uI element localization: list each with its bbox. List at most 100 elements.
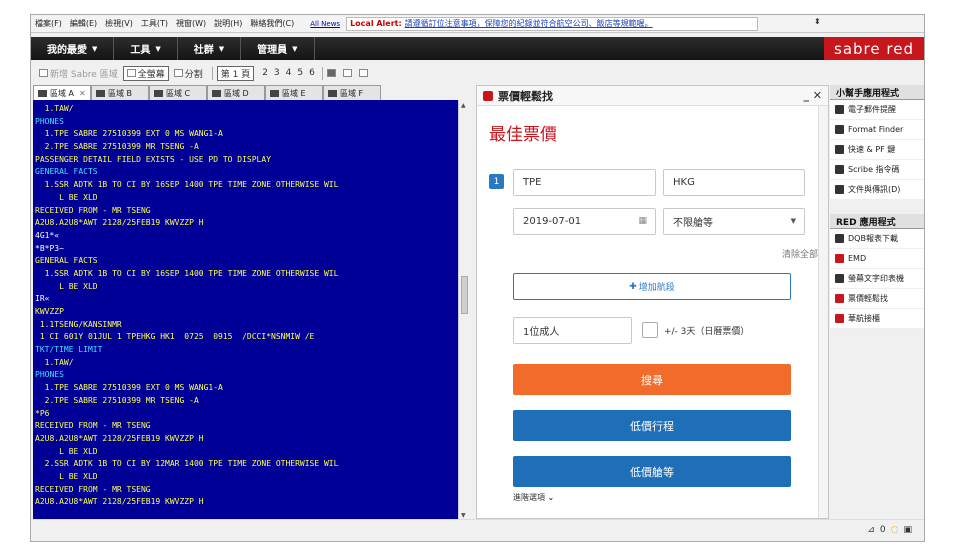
terminal-scrollbar[interactable]: ▲ ▼: [458, 100, 470, 521]
local-alert-banner[interactable]: Local Alert: 請遵循訂位注意事項，保障您的紀錄並符合航空公司、飯店等…: [346, 16, 759, 31]
origin-input[interactable]: TPE: [513, 169, 656, 196]
status-ring-icon[interactable]: ◌: [891, 525, 899, 535]
terminal-icon: [154, 89, 163, 97]
menu-help[interactable]: 說明(H): [210, 18, 246, 29]
terminal-line: *B*P3~: [35, 243, 64, 253]
terminal-line: 2.TPE SABRE 27510399 MR TSENG -A: [35, 395, 199, 405]
page-6-button[interactable]: 6: [309, 68, 315, 78]
page-5-button[interactable]: 5: [297, 68, 303, 78]
add-leg-button[interactable]: ✚ 增加航段: [513, 273, 791, 300]
tab-area-c[interactable]: 區域 C: [149, 85, 207, 100]
print-icon[interactable]: [326, 69, 338, 77]
tab-area-d[interactable]: 區域 D: [207, 85, 265, 100]
tab-area-a[interactable]: 區域 A ✕: [33, 85, 91, 100]
menu-bar: 檔案(F) 編輯(E) 檢視(V) 工具(T) 視窗(W) 說明(H) 聯絡我們…: [31, 15, 924, 33]
sidebar-item-screen-printer[interactable]: 螢幕文字印表機: [830, 269, 924, 289]
split-button[interactable]: 分割: [173, 67, 203, 80]
menu-view[interactable]: 檢視(V): [101, 18, 137, 29]
nav-favorites-label: 我的最愛: [47, 45, 87, 56]
nav-tools-label: 工具: [130, 45, 151, 56]
terminal-icon: [96, 89, 105, 97]
page-1-button[interactable]: 第 1 頁: [216, 65, 255, 81]
passenger-select[interactable]: 1位成人: [513, 317, 632, 344]
sidebar-item-format-finder[interactable]: Format Finder: [830, 120, 924, 140]
nav-community[interactable]: 社群 ▼: [178, 37, 242, 60]
chevron-down-icon: ▼: [92, 44, 98, 53]
full-screen-button[interactable]: 全螢幕: [122, 65, 169, 81]
window-icon[interactable]: ▣: [903, 525, 912, 535]
menu-contact[interactable]: 聯絡我們(C): [246, 18, 298, 29]
page-2-button[interactable]: 2: [262, 68, 268, 78]
cabin-select[interactable]: 不限艙等 ▼: [663, 208, 805, 235]
low-itinerary-button[interactable]: 低價行程: [513, 410, 791, 441]
all-news-link[interactable]: All News: [310, 20, 340, 28]
paste-glyph: [358, 69, 368, 77]
scroll-up-icon[interactable]: ▲: [461, 102, 466, 109]
sidebar-item-documents[interactable]: 文件與傳訊(D): [830, 180, 924, 200]
alert-text[interactable]: 請遵循訂位注意事項，保障您的紀錄並符合航空公司、飯店等規範喔。: [405, 18, 653, 29]
sidebar-item-china-airlines[interactable]: 華航接櫃: [830, 309, 924, 329]
menu-window[interactable]: 視窗(W): [172, 18, 210, 29]
sidebar-item-emd[interactable]: EMD: [830, 249, 924, 269]
panel-controls: _ ✕: [803, 89, 822, 102]
terminal-line: PHONES: [35, 370, 64, 380]
chevron-down-icon: ▼: [218, 44, 225, 53]
sidebar-item-dqb-report[interactable]: DQB報表下載: [830, 229, 924, 249]
terminal-line: A2U8.A2U8*AWT 2128/25FEB19 KWVZZP H: [35, 497, 204, 507]
nav-admin[interactable]: 管理員 ▼: [241, 37, 315, 60]
sidebar-item-label: 文件與傳訊(D): [848, 185, 901, 194]
terminal-line: PASSENGER DETAIL FIELD EXISTS - USE PD T…: [35, 154, 272, 164]
sidebar-item-email-reminder[interactable]: 電子郵件提醒: [830, 100, 924, 120]
terminal-line: L BE XLD: [35, 281, 98, 291]
tab-area-e[interactable]: 區域 E: [265, 85, 323, 100]
tab-label: 區域 B: [108, 88, 133, 98]
sidebar-item-quick-keys[interactable]: 快速 & PF 鍵: [830, 140, 924, 160]
signal-icon[interactable]: ⊿: [867, 525, 875, 535]
calendar-icon[interactable]: ▦: [638, 216, 647, 226]
fare-finder-icon: [483, 90, 493, 101]
fare-panel-title: 票價輕鬆找: [498, 89, 553, 103]
menu-file[interactable]: 檔案(F): [31, 18, 66, 29]
page-4-button[interactable]: 4: [286, 68, 292, 78]
new-area-button[interactable]: 新增 Sabre 區域: [39, 67, 118, 80]
destination-input[interactable]: HKG: [663, 169, 805, 196]
flex-dates-checkbox[interactable]: [642, 322, 658, 338]
red-apps-header: RED 應用程式: [830, 214, 924, 229]
alert-scroll-icon[interactable]: ⬍: [814, 17, 821, 26]
fare-panel-scrollbar[interactable]: [818, 106, 828, 518]
page-3-button[interactable]: 3: [274, 68, 280, 78]
low-cabin-button[interactable]: 低價艙等: [513, 456, 791, 487]
scrollbar-thumb[interactable]: [461, 276, 468, 314]
terminal-line: 4G1*«: [35, 230, 60, 240]
sabre-red-window: 檔案(F) 編輯(E) 檢視(V) 工具(T) 視窗(W) 說明(H) 聯絡我們…: [30, 14, 925, 542]
search-button[interactable]: 搜尋: [513, 364, 791, 395]
menu-edit[interactable]: 編輯(E): [66, 18, 101, 29]
tab-label: 區域 D: [224, 88, 249, 98]
paste-icon[interactable]: [358, 69, 370, 77]
nav-favorites[interactable]: 我的最愛 ▼: [31, 37, 115, 60]
minimize-icon[interactable]: _: [803, 89, 809, 102]
report-icon: [835, 234, 844, 243]
chevron-down-icon: ▼: [155, 44, 161, 53]
terminal-line: 1.SSR ADTK 1B TO CI BY 16SEP 1400 TPE TI…: [35, 180, 339, 190]
plus-icon: ✚: [629, 281, 637, 292]
printer-icon: [835, 274, 844, 283]
date-input[interactable]: 2019-07-01 ▦: [513, 208, 656, 235]
menu-tools[interactable]: 工具(T): [137, 18, 172, 29]
close-icon[interactable]: ✕: [79, 89, 86, 98]
tab-area-f[interactable]: 區域 F: [323, 85, 381, 100]
scroll-down-icon[interactable]: ▼: [461, 512, 466, 519]
keyboard-icon: [835, 145, 844, 154]
sidebar-item-fare-finder[interactable]: 票價輕鬆找: [830, 289, 924, 309]
nav-tools[interactable]: 工具 ▼: [114, 37, 178, 60]
advanced-options-toggle[interactable]: 進階選項 ⌄: [513, 492, 554, 503]
tab-area-b[interactable]: 區域 B: [91, 85, 149, 100]
sidebar-item-scribe[interactable]: Scribe 指令碼: [830, 160, 924, 180]
divider: [321, 66, 323, 80]
close-icon[interactable]: ✕: [813, 89, 822, 102]
clear-all-link[interactable]: 清除全部: [782, 247, 818, 260]
terminal-screen[interactable]: 1.TAW/PHONES 1.TPE SABRE 27510399 EXT 0 …: [33, 100, 458, 521]
copy-icon[interactable]: [342, 69, 354, 77]
tab-label: 區域 E: [282, 88, 306, 98]
sidebar-item-label: 華航接櫃: [848, 314, 880, 323]
